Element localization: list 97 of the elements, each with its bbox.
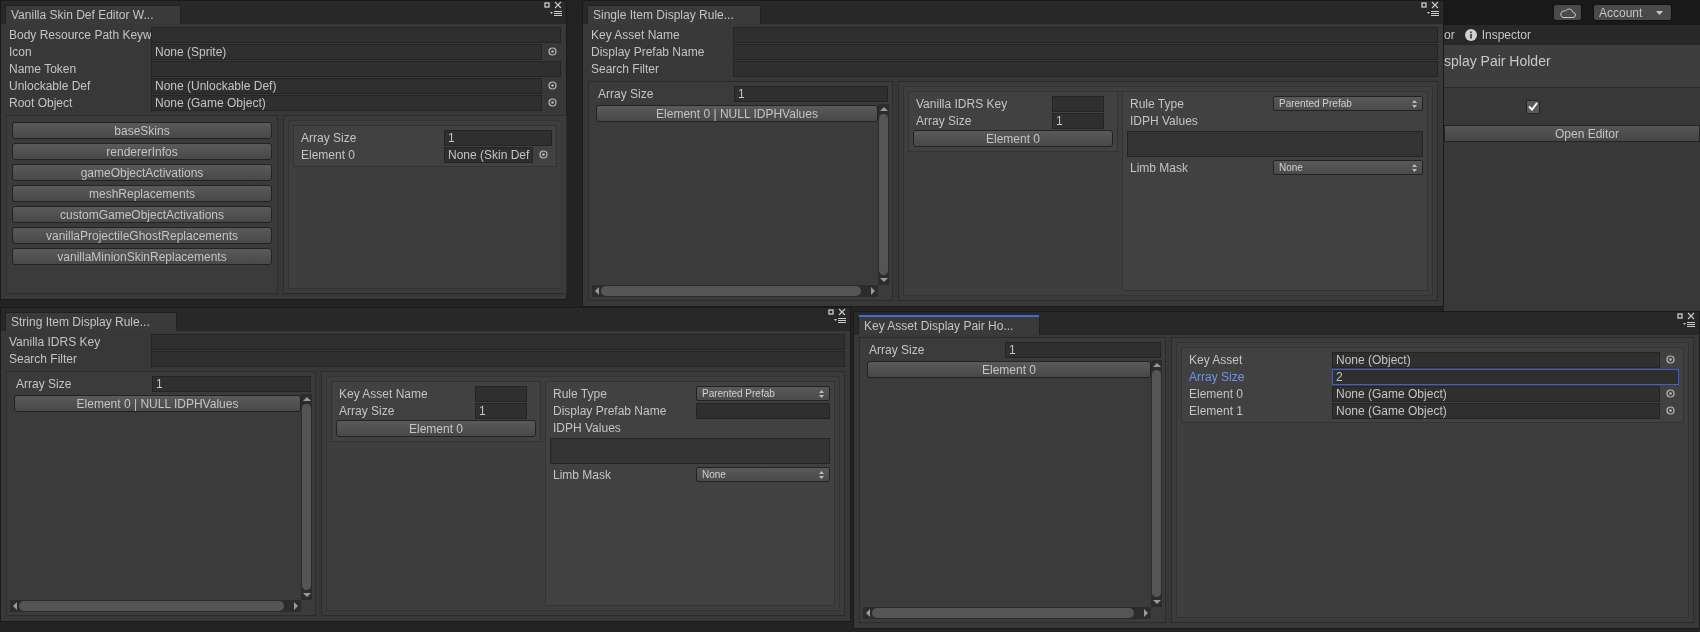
info-icon [1464, 29, 1477, 41]
up-down-arrows-icon [1412, 163, 1417, 172]
field-label: Key Asset Name [590, 27, 681, 42]
list-button[interactable]: Element 0 [336, 420, 536, 437]
field-label: Element 1 [1188, 403, 1245, 418]
window-controls-icon[interactable] [1675, 312, 1697, 330]
list-button[interactable]: Element 0 | NULL IDPHValues [14, 395, 301, 412]
field-label: Root Object [8, 95, 74, 110]
text-field[interactable]: 1 [1052, 112, 1104, 129]
text-field[interactable] [1052, 95, 1104, 112]
list-button[interactable]: Element 0 [913, 130, 1113, 147]
list-button[interactable]: gameObjectActivations [12, 164, 272, 181]
field-label: Search Filter [590, 61, 661, 76]
object-field[interactable]: None (Skin Def [444, 146, 534, 163]
up-down-arrows-icon [819, 389, 824, 398]
list-button[interactable]: vanillaMinionSkinReplacements [12, 248, 272, 265]
field-label: Rule Type [1129, 96, 1185, 111]
text-field[interactable]: 1 [475, 402, 527, 419]
text-field[interactable]: 1 [1005, 341, 1161, 358]
list-button[interactable]: baseSkins [12, 122, 272, 139]
object-field[interactable]: None (Unlockable Def) [151, 77, 542, 94]
object-field[interactable]: None (Game Object) [151, 94, 542, 111]
text-area[interactable] [1127, 131, 1423, 157]
field-label: IDPH Values [552, 420, 622, 435]
window-tab[interactable]: String Item Display Rule... [5, 312, 177, 331]
list-button[interactable]: rendererInfos [12, 143, 272, 160]
field-label: Element 0 [300, 147, 357, 162]
object-picker-icon[interactable] [1666, 355, 1675, 364]
field-label: Element 0 [1188, 386, 1245, 401]
field-label: Display Prefab Name [552, 403, 668, 418]
dropdown[interactable]: Parented Prefab [1273, 96, 1423, 111]
field-label: Vanilla IDRS Key [8, 334, 102, 349]
window-tab[interactable]: Single Item Display Rule... [587, 5, 761, 24]
up-down-arrows-icon [819, 470, 824, 479]
inspector-tab[interactable]: Inspector [1464, 28, 1532, 42]
checkbox[interactable] [1526, 99, 1540, 114]
list-button[interactable]: meshReplacements [12, 185, 272, 202]
window-tab[interactable]: Key Asset Display Pair Ho... [858, 315, 1041, 335]
field-label: Search Filter [8, 351, 79, 366]
list-button[interactable]: Element 0 | NULL IDPHValues [596, 105, 878, 122]
window-controls-icon[interactable] [1419, 1, 1441, 19]
window-controls-icon[interactable] [826, 308, 848, 326]
text-field[interactable]: 1 [734, 85, 888, 102]
list-button[interactable]: Element 0 [867, 361, 1151, 378]
up-down-arrows-icon [1412, 99, 1417, 108]
text-field[interactable] [475, 385, 527, 402]
field-label: Display Prefab Name [590, 44, 706, 59]
object-field[interactable]: None (Sprite) [151, 43, 542, 60]
field-label: Array Size [338, 403, 396, 418]
inspector-title: splay Pair Holder [1444, 53, 1551, 69]
cloud-icon [1559, 7, 1576, 18]
vertical-scrollbar[interactable] [301, 394, 312, 600]
object-field[interactable]: None (Game Object) [1332, 385, 1660, 402]
text-field[interactable]: 1 [444, 129, 553, 146]
field-label: Array Size [1188, 369, 1246, 384]
field-label: IDPH Values [1129, 113, 1199, 128]
text-field[interactable]: 2 [1332, 368, 1679, 385]
caret-icon [1656, 10, 1663, 15]
field-label: Limb Mask [1129, 160, 1189, 175]
horizontal-scrollbar[interactable] [863, 607, 1151, 619]
field-label: Unlockable Def [8, 78, 92, 93]
dropdown[interactable]: Parented Prefab [696, 386, 830, 401]
editor-tab[interactable]: or [1444, 28, 1455, 42]
field-label: Array Size [15, 376, 73, 391]
field-label: Body Resource Path Keyw [8, 27, 151, 42]
account-dropdown[interactable]: Account [1593, 4, 1672, 21]
text-field[interactable]: 1 [152, 375, 311, 392]
cloud-button[interactable] [1553, 4, 1582, 21]
field-label: Key Asset Name [338, 386, 429, 401]
window-controls-icon[interactable] [542, 1, 564, 19]
horizontal-scrollbar[interactable] [592, 285, 878, 297]
field-label: Array Size [868, 342, 926, 357]
field-label: Key Asset [1188, 352, 1244, 367]
vertical-scrollbar[interactable] [1151, 360, 1162, 607]
field-label: Array Size [300, 130, 358, 145]
object-picker-icon[interactable] [539, 150, 549, 159]
horizontal-scrollbar[interactable] [10, 600, 301, 612]
object-picker-icon[interactable] [548, 47, 557, 56]
field-label: Array Size [915, 113, 973, 128]
field-label: Array Size [597, 86, 655, 101]
dropdown[interactable]: None [1273, 160, 1423, 175]
object-field[interactable]: None (Object) [1332, 351, 1660, 368]
field-label: Limb Mask [552, 467, 612, 482]
dropdown[interactable]: None [696, 467, 830, 482]
window-tab[interactable]: Vanilla Skin Def Editor W... [5, 5, 181, 24]
field-label: Name Token [8, 61, 78, 76]
field-label: Rule Type [552, 386, 608, 401]
open-editor-button[interactable]: Open Editor [1444, 125, 1700, 142]
checkmark-icon [1528, 102, 1538, 111]
text-area[interactable] [550, 438, 830, 464]
object-field[interactable]: None (Game Object) [1332, 402, 1660, 419]
field-label: Vanilla IDRS Key [915, 96, 1009, 111]
text-field[interactable] [696, 402, 830, 419]
list-button[interactable]: customGameObjectActivations [12, 206, 272, 223]
field-label: Icon [8, 44, 33, 59]
vertical-scrollbar[interactable] [878, 104, 889, 285]
list-button[interactable]: vanillaProjectileGhostReplacements [12, 227, 272, 244]
